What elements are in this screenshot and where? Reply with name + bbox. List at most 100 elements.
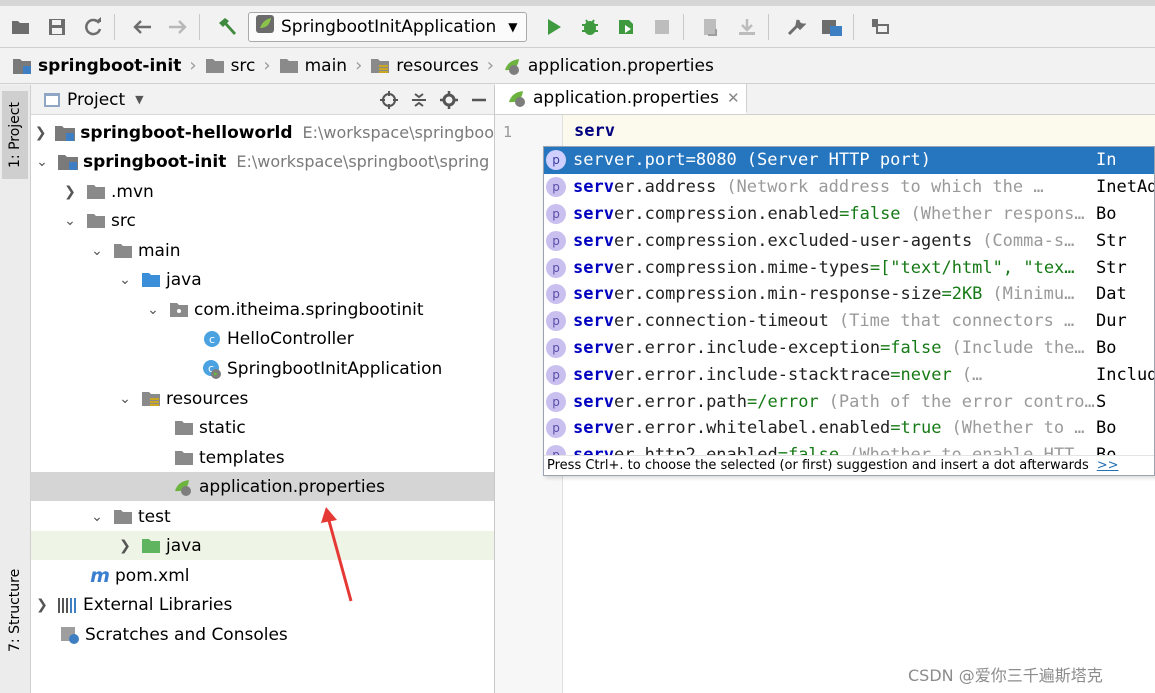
tree-item-main[interactable]: ⌄ main [31,236,494,265]
completion-item-description: (… [961,364,983,385]
back-arrow-icon[interactable] [127,12,157,42]
tree-item-test[interactable]: ⌄ test [31,502,494,531]
chevron-right-icon[interactable]: ❯ [61,184,79,200]
locate-target-icon[interactable] [374,90,404,109]
tree-item-templates[interactable]: templates [31,443,494,472]
completion-item[interactable]: p serv er.connection-timeout (Time that con… [544,308,1154,335]
tree-item-pom[interactable]: m pom.xml [31,561,494,590]
editor-code-text[interactable]: serv [574,121,615,141]
breadcrumb-main[interactable]: main [279,56,347,76]
tree-item-scratches[interactable]: Scratches and Consoles [31,620,494,649]
project-tool-tab[interactable]: 1: Project [2,91,28,179]
stop-icon[interactable] [647,12,677,42]
completion-item[interactable]: p serv er.compression.min-response-size =2K… [544,281,1154,308]
chevron-down-icon[interactable]: ⌄ [88,243,106,259]
chevron-down-icon[interactable]: ▼ [135,93,143,106]
run-icon[interactable] [539,12,569,42]
breadcrumb-file-label: application.properties [527,55,714,76]
save-icon[interactable] [42,12,72,42]
collapse-all-icon[interactable] [404,91,434,109]
tree-item-label: springboot-helloworld [80,122,293,143]
java-class-icon: c [201,329,223,349]
open-folder-icon[interactable] [6,12,36,42]
completion-item[interactable]: p serv er.error.include-stacktrace =never (…… [544,361,1154,388]
vcs-commit-icon[interactable] [732,12,762,42]
tree-item-label: java [166,269,202,290]
completion-item-type: Bo [1096,418,1117,439]
folder-icon [112,507,134,527]
settings-wrench-icon[interactable] [781,12,811,42]
build-hammer-icon[interactable] [212,12,242,42]
code-completion-popup: p serv er.port =8080 (Server HTTP port) In p se… [543,146,1155,476]
breadcrumb-file[interactable]: application.properties [502,56,714,76]
presentation-icon[interactable] [866,12,896,42]
completion-item[interactable]: p serv er.port =8080 (Server HTTP port) In [544,147,1154,174]
tree-item-mvn[interactable]: ❯ .mvn [31,177,494,206]
close-icon[interactable]: ✕ [727,89,740,107]
structure-tool-tab[interactable]: 7: Structure [2,555,28,665]
vcs-update-icon[interactable] [696,12,726,42]
chevron-down-icon[interactable]: ⌄ [116,391,134,407]
chevron-down-icon[interactable]: ⌄ [116,272,134,288]
chevron-down-icon[interactable]: ⌄ [144,302,162,318]
completion-item[interactable]: p serv er.error.whitelabel.enabled =true (Wh… [544,415,1154,442]
tree-item-application-properties[interactable]: application.properties [31,472,494,501]
forward-arrow-icon[interactable] [163,12,193,42]
completion-item-type: Str [1096,257,1127,278]
tree-item-label: External Libraries [83,594,233,615]
sync-icon[interactable] [78,12,108,42]
completion-item-prefix: serv [573,337,614,358]
completion-item-name: er.connection-timeout [613,311,829,332]
tree-item-resources[interactable]: ⌄ resources [31,384,494,413]
completion-more-link[interactable]: >> [1097,458,1119,473]
spring-boot-class-icon: c [201,359,223,379]
tree-item-springboot-init[interactable]: ⌄ springboot-init E:\workspace\springboo… [31,147,494,176]
folder-icon [173,448,195,468]
completion-item-prefix: serv [573,150,614,171]
tree-item-package[interactable]: ⌄ com.itheima.springbootinit [31,295,494,324]
editor-tab-application-properties[interactable]: application.properties ✕ [495,84,747,114]
chevron-right-icon[interactable]: ❯ [33,125,48,141]
toolbar-separator [682,13,684,40]
tree-item-springbootinitapplication[interactable]: c SpringbootInitApplication [31,354,494,383]
spring-properties-icon [173,477,195,497]
completion-item-default: =false [880,337,942,358]
completion-item[interactable]: p serv er.compression.excluded-user-agents… [544,227,1154,254]
folder-icon [112,241,134,261]
spring-boot-icon [255,14,275,39]
chevron-down-icon[interactable]: ⌄ [61,213,79,229]
tree-item-java[interactable]: ⌄ java [31,265,494,294]
gear-icon[interactable] [434,90,464,109]
chevron-down-icon[interactable]: ⌄ [88,509,106,525]
chevron-right-icon[interactable]: ❯ [33,597,51,613]
tree-item-static[interactable]: static [31,413,494,442]
completion-item[interactable]: p serv er.address (Network address to which… [544,174,1154,201]
breadcrumb-project[interactable]: springboot-init [12,56,181,76]
resources-folder-icon [140,389,162,409]
completion-item-type: Str [1096,230,1127,251]
folder-icon [205,58,225,74]
completion-item[interactable]: p serv er.compression.mime-types =["text/ht… [544,254,1154,281]
hide-panel-icon[interactable] [464,91,494,109]
breadcrumb-src[interactable]: src [205,56,255,76]
chevron-right-icon[interactable]: ❯ [116,538,134,554]
coverage-icon[interactable] [611,12,641,42]
tree-item-hellocontroller[interactable]: c HelloController [31,324,494,353]
tree-item-src[interactable]: ⌄ src [31,206,494,235]
completion-item-default: =/error [747,391,819,412]
completion-item-prefix: serv [573,257,614,278]
completion-item-type: IncludeStack [1096,364,1155,385]
completion-item[interactable]: p serv er.error.path =/error (Path of the er… [544,388,1154,415]
run-configuration-select[interactable]: SpringbootInitApplication ▼ [248,11,527,42]
project-structure-icon[interactable] [817,12,847,42]
tree-item-springboot-helloworld[interactable]: ❯ springboot-helloworld E:\workspace\spr… [31,118,494,147]
tree-item-external-libraries[interactable]: ❯ External Libraries [31,590,494,619]
tree-item-test-java[interactable]: ❯ java [31,531,494,560]
navigation-breadcrumb: springboot-init › src › main › resources… [0,48,1155,84]
breadcrumb-resources[interactable]: resources [370,56,479,76]
debug-bug-icon[interactable] [575,12,605,42]
chevron-down-icon[interactable]: ⌄ [33,154,51,170]
completion-item[interactable]: p serv er.compression.enabled =false (Whethe… [544,201,1154,228]
project-view-selector[interactable]: Project [67,90,125,110]
completion-item[interactable]: p serv er.error.include-exception =false (In… [544,335,1154,362]
